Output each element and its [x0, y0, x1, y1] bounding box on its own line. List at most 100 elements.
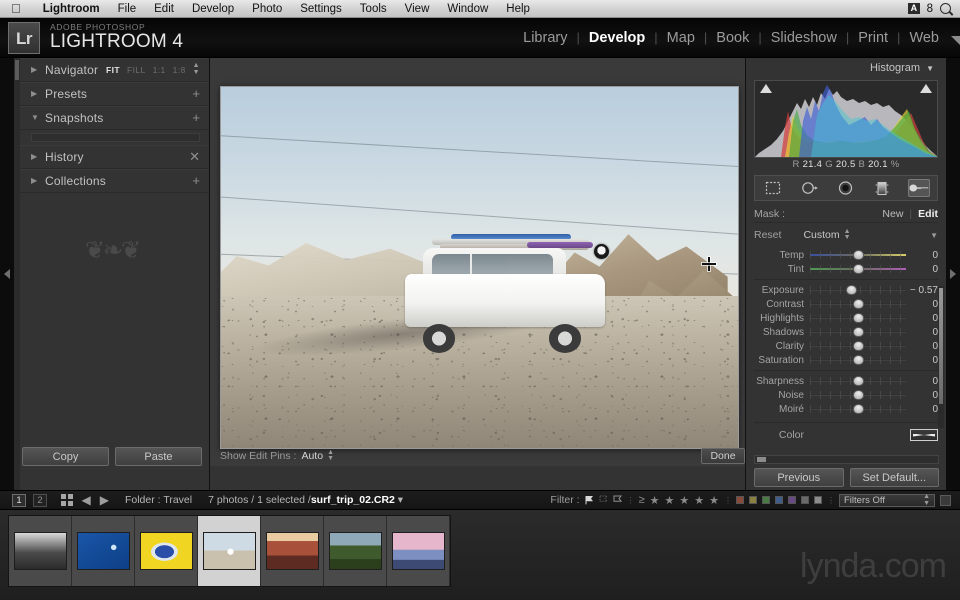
- exposure-slider-knob[interactable]: [846, 285, 858, 295]
- amount-mini-slider[interactable]: [754, 455, 939, 464]
- module-develop[interactable]: Develop: [580, 30, 654, 46]
- zoom-stepper-icon[interactable]: ▲ ▼: [193, 62, 200, 76]
- temp-slider-track[interactable]: [810, 249, 906, 261]
- color-label-gray[interactable]: [801, 496, 809, 504]
- rating-gte-icon[interactable]: ≥: [639, 494, 645, 506]
- clear-history-icon[interactable]: ✕: [189, 150, 200, 163]
- shadows-slider-track[interactable]: [810, 326, 906, 338]
- top-panel-collapse-icon[interactable]: [951, 36, 960, 45]
- module-slideshow[interactable]: Slideshow: [762, 30, 846, 46]
- slider-value[interactable]: 0: [906, 327, 938, 338]
- page-indicator-1[interactable]: 1: [12, 493, 26, 507]
- color-label-purple[interactable]: [788, 496, 796, 504]
- slider-value[interactable]: 0: [906, 390, 938, 401]
- sidebar-item-presets[interactable]: ▶ Presets +: [20, 82, 209, 106]
- sidebar-item-navigator[interactable]: ▶ Navigator FIT FILL 1:1 1:8 ▲ ▼: [20, 58, 209, 82]
- copy-button[interactable]: Copy: [22, 447, 109, 466]
- right-panel-collapse-handle[interactable]: [946, 58, 960, 490]
- spot-removal-icon[interactable]: [799, 179, 821, 197]
- sharpness-slider-knob[interactable]: [853, 376, 864, 386]
- chevron-right-icon[interactable]: ▶: [31, 65, 45, 74]
- add-snapshot-icon[interactable]: +: [192, 111, 200, 124]
- color-label-red[interactable]: [736, 496, 744, 504]
- filmstrip-thumb-pink-mountain-dusk[interactable]: [387, 516, 450, 586]
- menu-help[interactable]: Help: [497, 0, 539, 18]
- slider-value[interactable]: 0: [906, 404, 938, 415]
- sharpness-slider-track[interactable]: [810, 375, 906, 387]
- moire-slider-track[interactable]: [810, 403, 906, 415]
- color-swatch[interactable]: [910, 428, 938, 441]
- back-arrow-icon[interactable]: ◀: [82, 493, 91, 507]
- slider-value[interactable]: 0: [906, 299, 938, 310]
- red-eye-icon[interactable]: [835, 179, 857, 197]
- left-panel-collapse-handle[interactable]: [0, 58, 14, 490]
- amount-mini-knob[interactable]: [757, 457, 766, 462]
- add-preset-icon[interactable]: +: [192, 87, 200, 100]
- filmstrip-thumb-red-canyon-road[interactable]: [261, 516, 324, 586]
- module-library[interactable]: Library: [514, 30, 576, 46]
- slider-value[interactable]: 0: [906, 376, 938, 387]
- moire-slider-knob[interactable]: [853, 404, 864, 414]
- zoom-fill[interactable]: FILL: [127, 65, 146, 75]
- zoom-1-1[interactable]: 1:1: [153, 65, 166, 75]
- rating-star-5[interactable]: ★: [709, 494, 719, 507]
- tint-slider-track[interactable]: [810, 263, 906, 275]
- left-panel-scroll-thumb[interactable]: [15, 60, 19, 80]
- previous-button[interactable]: Previous: [754, 468, 844, 487]
- chevron-right-icon[interactable]: ▶: [31, 176, 45, 185]
- filmstrip-thumb-white-suv-desert[interactable]: [198, 516, 261, 586]
- filter-panel-toggle[interactable]: [940, 494, 951, 506]
- panel-collapse-caret-icon[interactable]: ▼: [930, 231, 938, 240]
- graduated-filter-icon[interactable]: [871, 179, 893, 197]
- adjustment-brush-pin[interactable]: [594, 244, 609, 259]
- chevron-down-icon[interactable]: ▼: [926, 64, 934, 73]
- chevron-right-icon[interactable]: ▶: [31, 152, 45, 161]
- module-map[interactable]: Map: [658, 30, 704, 46]
- slider-value[interactable]: 0: [906, 313, 938, 324]
- forward-arrow-icon[interactable]: ▶: [100, 493, 109, 507]
- module-print[interactable]: Print: [849, 30, 897, 46]
- tint-slider-knob[interactable]: [853, 264, 864, 274]
- search-icon[interactable]: [940, 3, 951, 14]
- flag-picked-icon[interactable]: [585, 495, 594, 505]
- filmstrip-thumb-bare-tree-field[interactable]: [324, 516, 387, 586]
- module-book[interactable]: Book: [707, 30, 758, 46]
- highlights-slider-knob[interactable]: [853, 313, 864, 323]
- clarity-slider-knob[interactable]: [853, 341, 864, 351]
- adobe-badge-icon[interactable]: A: [907, 3, 920, 14]
- show-edit-pins-value[interactable]: Auto: [301, 450, 323, 462]
- module-web[interactable]: Web: [900, 30, 948, 46]
- adjustment-brush-icon[interactable]: [907, 179, 930, 197]
- reset-label[interactable]: Reset: [754, 229, 781, 241]
- rating-star-2[interactable]: ★: [665, 494, 675, 507]
- set-default-button[interactable]: Set Default...: [849, 468, 939, 487]
- show-edit-pins-stepper-icon[interactable]: ▲ ▼: [327, 449, 334, 463]
- color-label-none[interactable]: [814, 496, 822, 504]
- mask-new-button[interactable]: New: [882, 208, 903, 220]
- chevron-right-icon[interactable]: ▶: [31, 89, 45, 98]
- menu-photo[interactable]: Photo: [243, 0, 291, 18]
- folder-name[interactable]: Travel: [163, 494, 192, 506]
- saturation-slider-track[interactable]: [810, 354, 906, 366]
- filmstrip-thumb-yellow-tent[interactable]: [135, 516, 198, 586]
- exposure-slider-track[interactable]: [810, 284, 906, 296]
- color-label-yellow[interactable]: [749, 496, 757, 504]
- done-button[interactable]: Done: [701, 448, 745, 464]
- color-label-green[interactable]: [762, 496, 770, 504]
- slider-value[interactable]: 0: [906, 264, 938, 275]
- histogram-graph[interactable]: [754, 80, 938, 158]
- zoom-1-8[interactable]: 1:8: [173, 65, 186, 75]
- rating-star-4[interactable]: ★: [694, 494, 704, 507]
- noise-slider-track[interactable]: [810, 389, 906, 401]
- menu-develop[interactable]: Develop: [183, 0, 243, 18]
- sidebar-item-history[interactable]: ▶ History ✕: [20, 145, 209, 169]
- filters-select[interactable]: Filters Off ▲ ▼: [839, 493, 935, 507]
- preview-image[interactable]: [220, 86, 739, 449]
- shadows-slider-knob[interactable]: [853, 327, 864, 337]
- filmstrip-thumb-bw-road-clouds[interactable]: [9, 516, 72, 586]
- menu-window[interactable]: Window: [438, 0, 497, 18]
- flag-rejected-icon[interactable]: [613, 495, 622, 505]
- menu-edit[interactable]: Edit: [145, 0, 183, 18]
- lightroom-logo-icon[interactable]: Lr: [8, 21, 40, 54]
- rating-star-3[interactable]: ★: [679, 494, 689, 507]
